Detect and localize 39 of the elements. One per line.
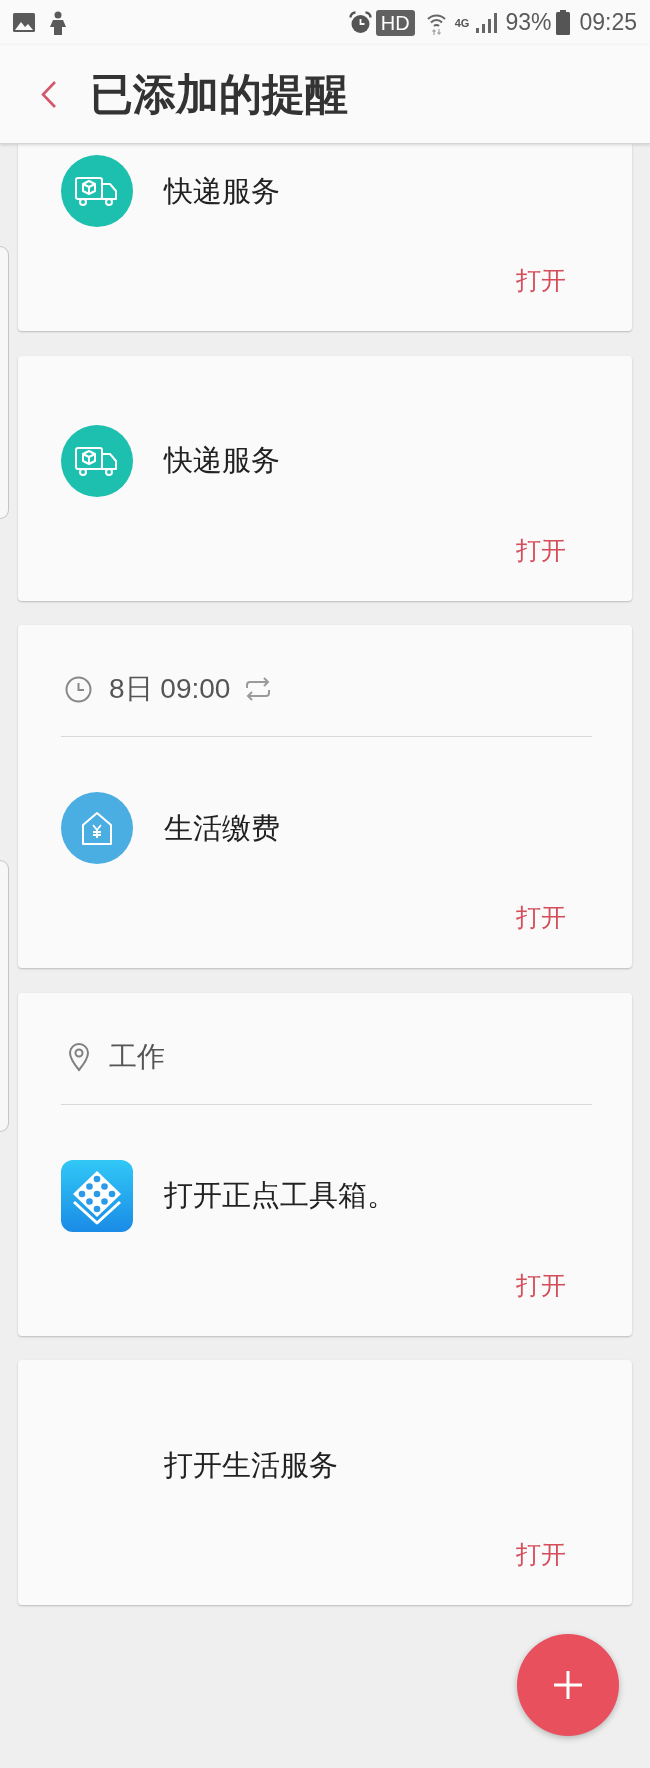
delivery-truck-icon [61, 424, 133, 497]
image-icon [13, 13, 35, 32]
reminder-title: 快递服务 [164, 176, 280, 206]
reminder-card[interactable]: 打开生活服务 打开 [18, 1360, 632, 1605]
network-type-label: 4G [454, 17, 470, 29]
reminder-card[interactable]: 工作 打开正点工具箱。 打开 [18, 992, 632, 1336]
reminder-card[interactable]: 快递服务 打开 [18, 144, 632, 331]
add-button[interactable] [517, 1634, 619, 1736]
chevron-left-icon [40, 79, 57, 109]
location-label: 工作 [109, 1042, 165, 1071]
figure-icon [49, 10, 67, 35]
hd-badge: HD [375, 9, 415, 36]
open-button[interactable]: 打开 [504, 1264, 578, 1305]
battery-percent: 93% [505, 11, 552, 34]
reminder-card[interactable]: 快递服务 打开 [18, 355, 632, 601]
battery-icon [556, 10, 571, 35]
location-pin-icon [67, 1041, 91, 1072]
open-button[interactable]: 打开 [504, 1534, 578, 1574]
open-button[interactable]: 打开 [504, 529, 578, 570]
signal-icon [475, 12, 498, 33]
page-title: 已添加的提醒 [90, 72, 348, 116]
open-button[interactable]: 打开 [504, 897, 578, 937]
open-button[interactable]: 打开 [504, 260, 578, 300]
clock-icon [65, 675, 92, 703]
delivery-truck-icon [61, 155, 133, 227]
edge-panel-handle[interactable] [0, 860, 9, 1132]
alarm-clock-icon [348, 11, 372, 34]
clock-time: 09:25 [579, 11, 637, 34]
reminder-title: 打开正点工具箱。 [164, 1181, 396, 1210]
reminder-time: 8日 09:00 [109, 675, 231, 703]
reminder-title: 打开生活服务 [164, 1450, 338, 1480]
reminder-title: 快递服务 [164, 446, 280, 475]
app-icon [61, 1159, 133, 1232]
reminder-card[interactable]: 8日 09:00 生活缴费 打开 [18, 625, 632, 968]
reminder-title: 生活缴费 [164, 813, 280, 843]
edge-panel-handle[interactable] [0, 246, 9, 519]
plus-icon [553, 1670, 583, 1700]
back-button[interactable] [40, 79, 57, 109]
house-icon [61, 792, 133, 864]
